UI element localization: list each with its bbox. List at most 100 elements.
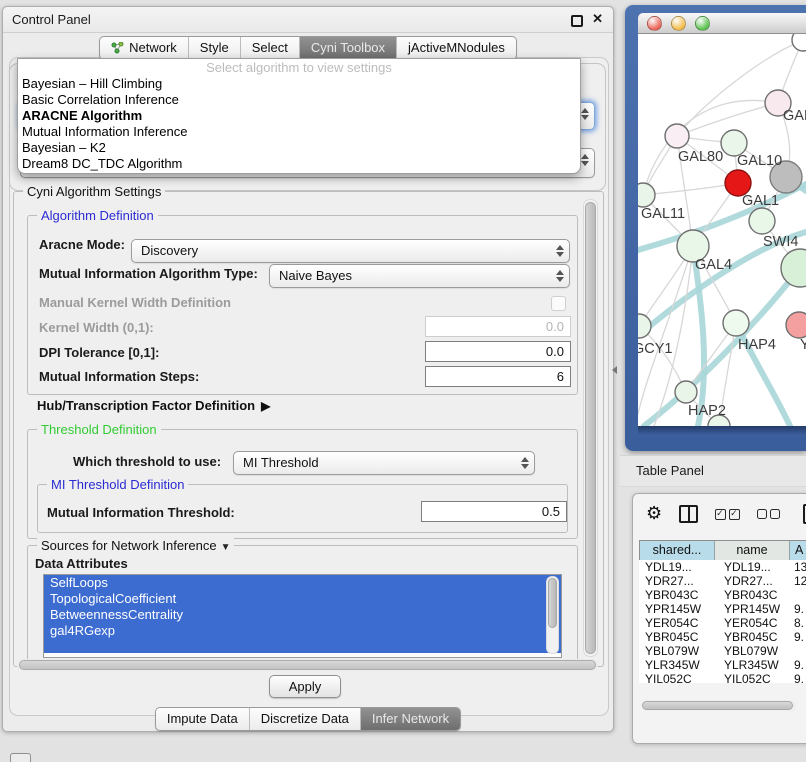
network-node-gal80[interactable] — [665, 124, 689, 148]
apply-button[interactable]: Apply — [269, 675, 341, 698]
dpi-tolerance-label: DPI Tolerance [0,1]: — [39, 345, 159, 360]
scrollbar-thumb[interactable] — [548, 578, 557, 628]
attribute-betweennesscentrality[interactable]: BetweennessCentrality — [44, 607, 561, 623]
table-row[interactable]: YBR045CYBR045C9. — [639, 630, 806, 644]
tab-network[interactable]: Network — [100, 37, 188, 59]
table-cell — [790, 644, 806, 658]
kernel-width-field[interactable]: 0.0 — [425, 316, 571, 337]
settings-gear-icon[interactable]: ⚙ — [646, 504, 662, 524]
network-edge[interactable] — [643, 100, 778, 195]
dpi-tolerance-field[interactable]: 0.0 — [425, 341, 571, 362]
scrollbar-thumb[interactable] — [19, 660, 596, 670]
network-icon — [111, 42, 124, 54]
table-row[interactable]: YPR145WYPR145W9. — [639, 602, 806, 616]
node-label-swi4: SWI4 — [763, 234, 798, 250]
control-panel-window: Control Panel ✕ gal-filtered.sif default… — [2, 6, 614, 732]
attribute-gal4rgexp[interactable]: gal4RGexp — [44, 623, 561, 639]
hub-definition-toggle[interactable]: Hub/Transcription Factor Definition▶ — [37, 398, 270, 413]
network-node-hap4[interactable] — [723, 310, 749, 336]
table-panel-bar: Table Panel — [620, 455, 806, 487]
combo-arrows-icon — [555, 244, 564, 258]
table-row[interactable]: YLR345WYLR345W9. — [639, 658, 806, 672]
unchecked-box-icon — [770, 509, 780, 519]
float-window-icon[interactable] — [571, 15, 583, 27]
dropdown-item-mutual-information-inference[interactable]: Mutual Information Inference — [18, 124, 580, 140]
network-node-y[interactable] — [786, 312, 806, 338]
minimize-window-icon[interactable] — [671, 16, 686, 31]
network-node-hap2[interactable] — [675, 381, 697, 403]
table-row[interactable]: YDL19...YDL19...13 — [639, 560, 806, 574]
dropdown-item-bayesian-hill-climbing[interactable]: Bayesian – Hill Climbing — [18, 76, 580, 92]
sources-toggle[interactable]: Sources for Network Inference▼ — [37, 538, 234, 553]
table-row[interactable]: YDR27...YDR27...12 — [639, 574, 806, 588]
zoom-window-icon[interactable] — [695, 16, 710, 31]
split-pane-collapse-arrow[interactable] — [612, 366, 617, 374]
table-cell: 8. — [790, 616, 806, 630]
network-edge[interactable] — [643, 183, 738, 195]
tab-discretize-data[interactable]: Discretize Data — [249, 708, 360, 730]
column-header-a[interactable]: A — [790, 541, 806, 561]
dropdown-item-dream8-dc-tdc-algorithm[interactable]: Dream8 DC_TDC Algorithm — [18, 156, 580, 172]
tab-infer-network[interactable]: Infer Network — [360, 708, 460, 730]
table-cell: YBR043C — [715, 588, 790, 602]
network-node-swi4[interactable] — [749, 208, 775, 234]
tab-jactivemnodules[interactable]: jActiveMNodules — [396, 37, 516, 59]
network-node[interactable] — [781, 249, 806, 287]
close-window-icon[interactable] — [647, 16, 662, 31]
manual-kernel-checkbox[interactable] — [551, 296, 566, 311]
column-header-name[interactable]: name — [715, 541, 790, 561]
table-row[interactable]: YIL052CYIL052C9. — [639, 672, 806, 683]
scrollbar-thumb[interactable] — [642, 701, 793, 710]
column-header-shared[interactable]: shared... — [639, 541, 715, 561]
control-panel-titlebar[interactable]: Control Panel ✕ — [3, 7, 613, 33]
table-row[interactable]: YER054CYER054C8. — [639, 616, 806, 630]
dropdown-item-aracne-algorithm[interactable]: ARACNE Algorithm — [18, 108, 580, 124]
minimized-window-icon[interactable] — [10, 753, 31, 762]
split-view-icon[interactable] — [679, 505, 698, 523]
table-window: ⚙ shared...nameA YDL19...YDL19...13YDR27… — [632, 493, 806, 744]
tab-impute-data[interactable]: Impute Data — [156, 708, 249, 730]
table-row[interactable]: YBL079WYBL079W — [639, 644, 806, 658]
table-row[interactable]: YBR043CYBR043C — [639, 588, 806, 602]
table-horizontal-scrollbar[interactable] — [641, 700, 797, 711]
network-graph[interactable]: GAL80GAL10GALGAL1GAL11SWI4GAL4GCY1HAP4YH… — [638, 34, 806, 426]
which-threshold-value: MI Threshold — [243, 452, 319, 474]
dropdown-item-bayesian-k2[interactable]: Bayesian – K2 — [18, 140, 580, 156]
scrollbar-thumb[interactable] — [585, 202, 596, 654]
attribute-row-partial[interactable] — [44, 639, 561, 653]
aracne-mode-combobox[interactable]: Discovery — [131, 239, 570, 263]
manual-kernel-label: Manual Kernel Width Definition — [39, 295, 231, 310]
network-canvas[interactable]: GAL80GAL10GALGAL1GAL11SWI4GAL4GCY1HAP4YH… — [638, 34, 806, 426]
tab-label: Discretize Data — [261, 708, 349, 730]
table-cell: YBR045C — [715, 630, 790, 644]
algorithm-dropdown-popup: Select algorithm to view settings Bayesi… — [17, 58, 581, 174]
network-node-gcy1[interactable] — [638, 314, 651, 338]
network-window-titlebar[interactable] — [638, 13, 806, 34]
attribute-topologicalcoefficient[interactable]: TopologicalCoefficient — [44, 591, 561, 607]
show-columns-icon[interactable] — [715, 509, 740, 520]
network-node-gal11[interactable] — [638, 183, 655, 207]
which-threshold-combobox[interactable]: MI Threshold — [233, 451, 535, 475]
tab-style[interactable]: Style — [188, 37, 240, 59]
combo-arrows-icon — [520, 456, 529, 470]
dropdown-item-basic-correlation-inference[interactable]: Basic Correlation Inference — [18, 92, 580, 108]
data-attributes-title: Data Attributes — [35, 556, 128, 571]
aracne-mode-label: Aracne Mode: — [39, 237, 125, 252]
network-node[interactable] — [792, 34, 806, 51]
mi-type-combobox[interactable]: Naive Bayes — [269, 264, 570, 288]
table-cell: YIL052C — [639, 672, 715, 683]
mi-steps-field[interactable]: 6 — [425, 366, 571, 387]
table-header: shared...nameA — [639, 540, 806, 562]
attribute-selfloops[interactable]: SelfLoops — [44, 575, 561, 591]
table-cell: YLR345W — [715, 658, 790, 672]
tab-select[interactable]: Select — [240, 37, 299, 59]
attributes-scrollbar[interactable] — [546, 576, 559, 654]
collapse-arrow-icon: ▼ — [221, 542, 231, 553]
hide-columns-icon[interactable] — [757, 509, 780, 519]
table-cell: 13 — [790, 560, 806, 574]
settings-vertical-scrollbar[interactable] — [583, 199, 598, 657]
mi-threshold-field[interactable]: 0.5 — [421, 501, 567, 522]
close-window-icon[interactable]: ✕ — [592, 11, 603, 27]
tab-cyni-toolbox[interactable]: Cyni Toolbox — [299, 37, 396, 59]
settings-horizontal-scrollbar[interactable] — [17, 659, 598, 671]
